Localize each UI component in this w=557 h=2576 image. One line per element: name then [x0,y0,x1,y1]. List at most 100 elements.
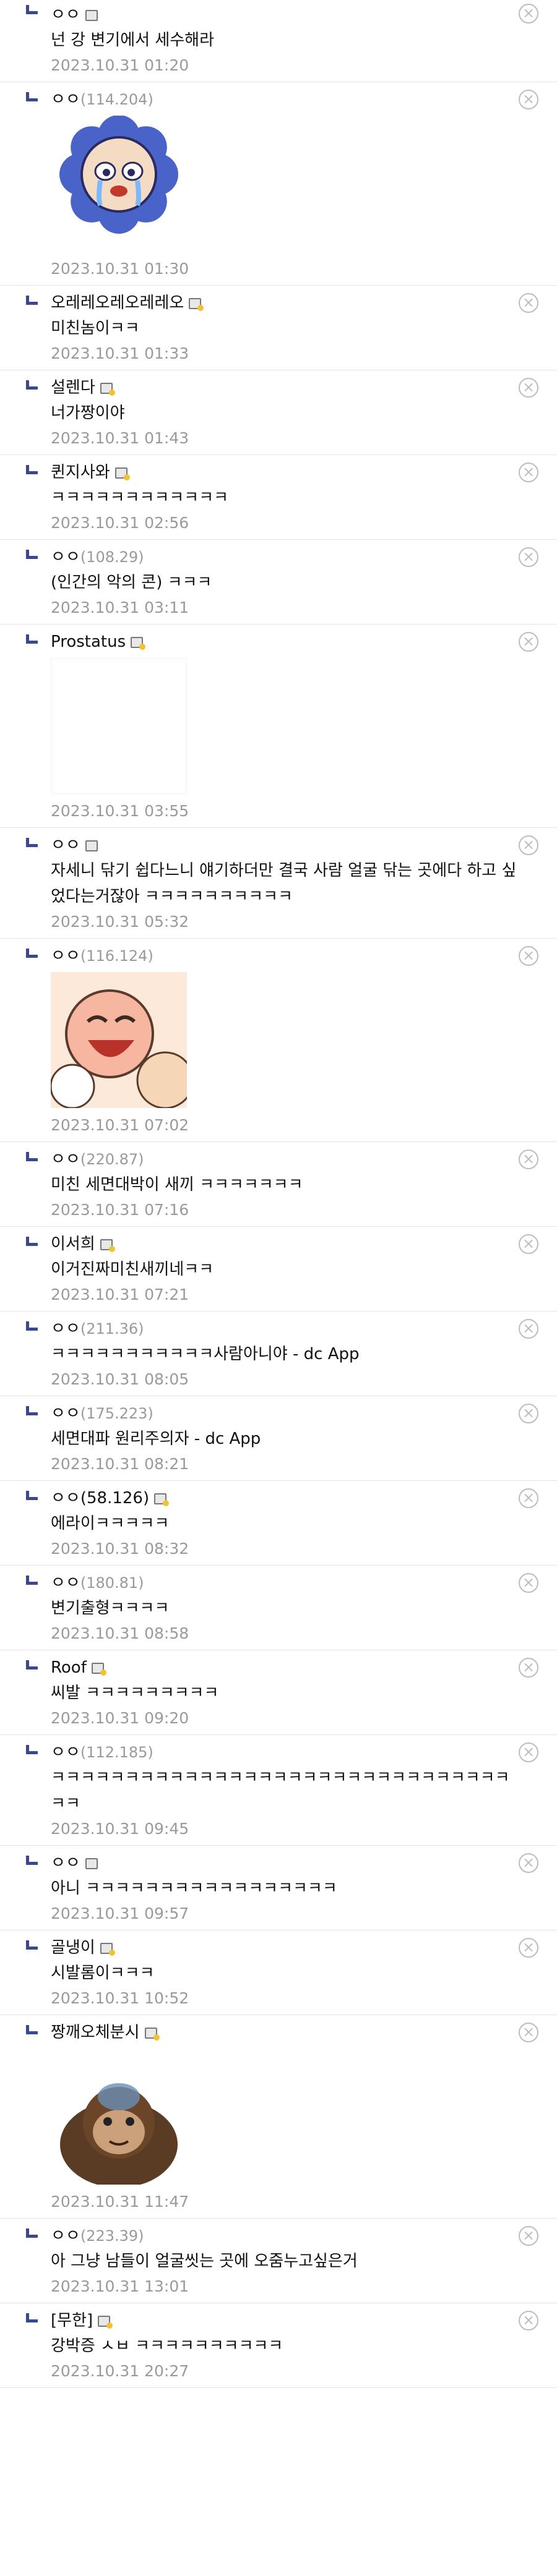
nickname[interactable]: 설렌다 [51,378,95,397]
reply-arrow-icon [26,550,38,559]
delete-comment-button[interactable]: × [519,1742,538,1762]
delete-comment-button[interactable]: × [519,632,538,652]
comment-text: 시발롬이ㅋㅋㅋ [51,1964,155,1982]
comment-date: 2023.10.31 08:05 [51,1370,189,1388]
comment-author: Prostatus [51,629,520,654]
reply-arrow-icon [26,1406,38,1415]
half-fixed-nick-badge-icon [85,10,98,21]
delete-comment-button[interactable]: × [519,293,538,313]
delete-comment-button[interactable]: × [519,90,538,109]
nickname[interactable]: ㅇㅇ [51,90,80,109]
nickname[interactable]: ㅇㅇ [51,6,80,24]
delete-comment-button[interactable]: × [519,1319,538,1339]
delete-comment-button[interactable]: × [519,1234,538,1254]
nickname[interactable]: ㅇㅇ [51,836,80,855]
delete-comment-button[interactable]: × [519,378,538,398]
delete-comment-button[interactable]: × [519,2023,538,2042]
fixed-nick-badge-icon [131,637,146,650]
reply-arrow-icon [26,380,38,390]
comment-sticker-image[interactable] [51,658,187,794]
nickname[interactable]: 골냉이 [51,1938,95,1957]
comment-sticker-image[interactable] [51,972,187,1108]
comment-author: 이서희 [51,1232,520,1256]
comment-item: × ㅇㅇ 아니 ㅋㅋㅋㅋㅋㅋㅋㅋㅋㅋㅋㅋㅋㅋㅋㅋㅋ 2023.10.31 09:57 [0,1846,557,1930]
comment-date: 2023.10.31 01:43 [51,429,189,447]
fixed-nick-badge-icon [98,2316,113,2329]
half-fixed-nick-badge-icon [85,1858,98,1869]
nickname[interactable]: 이서희 [51,1235,95,1253]
nickname[interactable]: ㅇㅇ [51,1320,80,1338]
comment-author: ㅇㅇ [51,2,520,27]
delete-comment-button[interactable]: × [519,2226,538,2246]
reply-arrow-icon [26,1321,38,1331]
comment-author: ㅇㅇ(116.124) [51,944,520,968]
delete-comment-button[interactable]: × [519,1573,538,1593]
comment-date: 2023.10.31 10:52 [51,1989,189,2007]
comment-date: 2023.10.31 20:27 [51,2362,189,2380]
delete-comment-button[interactable]: × [519,463,538,482]
fixed-nick-badge-icon [100,1943,115,1956]
reply-arrow-icon [26,1237,38,1246]
reply-arrow-icon [26,1745,38,1754]
comment-item: × [무한] 강박증 ㅅㅂ ㅋㅋㅋㅋㅋㅋㅋㅋㅋㅋ 2023.10.31 20:27 [0,2303,557,2388]
comment-text: ㅋㅋㅋㅋㅋㅋㅋㅋㅋㅋㅋㅋ [51,488,229,507]
nickname[interactable]: ㅇㅇ [51,1743,80,1762]
nickname[interactable]: ㅇㅇ [51,1574,80,1592]
comment-author: ㅇㅇ(220.87) [51,1147,520,1172]
delete-comment-button[interactable]: × [519,1658,538,1678]
nickname[interactable]: ㅇㅇ [51,1854,80,1872]
laughing-faces-sticker-icon [51,972,187,1108]
comment-item: × 골냉이시발롬이ㅋㅋㅋ 2023.10.31 10:52 [0,1930,557,2015]
comment-text: 씨발 ㅋㅋㅋㅋㅋㅋㅋㅋㅋ [51,1684,219,1702]
delete-comment-button[interactable]: × [519,547,538,567]
comment-date: 2023.10.31 01:33 [51,344,189,362]
comment-text: (인간의 악의 콘) ㅋㅋㅋ [51,573,212,592]
ip-address: (220.87) [80,1151,144,1168]
comment-item: × 오레레오레오레레오미친놈이ㅋㅋ 2023.10.31 01:33 [0,286,557,370]
nickname[interactable]: ㅇㅇ [51,1404,80,1423]
nickname[interactable]: 오레레오레오레레오 [51,294,184,312]
comment-sticker-image[interactable] [51,2049,187,2185]
ip-address: (223.39) [80,2227,144,2245]
comment-date: 2023.10.31 03:55 [51,802,189,820]
delete-comment-button[interactable]: × [519,835,538,855]
nickname[interactable]: 퀸지사와 [51,463,110,482]
ip-address: (108.29) [80,548,144,566]
fixed-nick-badge-icon [144,2028,160,2041]
nickname[interactable]: Prostatus [51,633,126,651]
comment-author: ㅇㅇ(114.204) [51,87,520,112]
comment-sticker-image[interactable] [51,116,187,252]
ip-address: (180.81) [80,1574,144,1592]
comment-item: × 짱깨오체분시 2023.10.31 11:47 [0,2015,557,2219]
comment-author: ㅇㅇ(180.81) [51,1571,520,1595]
fixed-nick-badge-icon [114,467,130,480]
delete-comment-button[interactable]: × [519,946,538,966]
nickname[interactable]: 짱깨오체분시 [51,2023,140,2042]
delete-comment-button[interactable]: × [519,2311,538,2331]
nickname[interactable]: ㅇㅇ [51,2227,80,2245]
comment-author: ㅇㅇ(108.29) [51,545,520,569]
reply-arrow-icon [26,1660,38,1670]
comment-date: 2023.10.31 09:57 [51,1904,189,1922]
delete-comment-button[interactable]: × [519,1149,538,1169]
comment-text: 미친놈이ㅋㅋ [51,319,140,338]
delete-comment-button[interactable]: × [519,1404,538,1423]
reply-arrow-icon [26,1491,38,1500]
comment-text: 넌 강 변기에서 세수해라 [51,31,214,49]
nickname[interactable]: ㅇㅇ(58.126) [51,1489,149,1508]
nickname[interactable]: [무한] [51,2311,93,2330]
delete-comment-button[interactable]: × [519,4,538,23]
fixed-nick-badge-icon [100,1239,115,1252]
nickname[interactable]: ㅇㅇ [51,548,80,566]
crying-flower-sticker-icon [51,116,187,252]
delete-comment-button[interactable]: × [519,1938,538,1958]
nickname[interactable]: Roof [51,1658,87,1677]
delete-comment-button[interactable]: × [519,1488,538,1508]
comment-date: 2023.10.31 03:11 [51,599,189,616]
comment-date: 2023.10.31 05:32 [51,913,189,931]
nickname[interactable]: ㅇㅇ [51,947,80,965]
reply-arrow-icon [26,634,38,644]
delete-comment-button[interactable]: × [519,1853,538,1873]
nickname[interactable]: ㅇㅇ [51,1150,80,1169]
comment-text: 에라이ㅋㅋㅋㅋㅋ [51,1514,170,1533]
